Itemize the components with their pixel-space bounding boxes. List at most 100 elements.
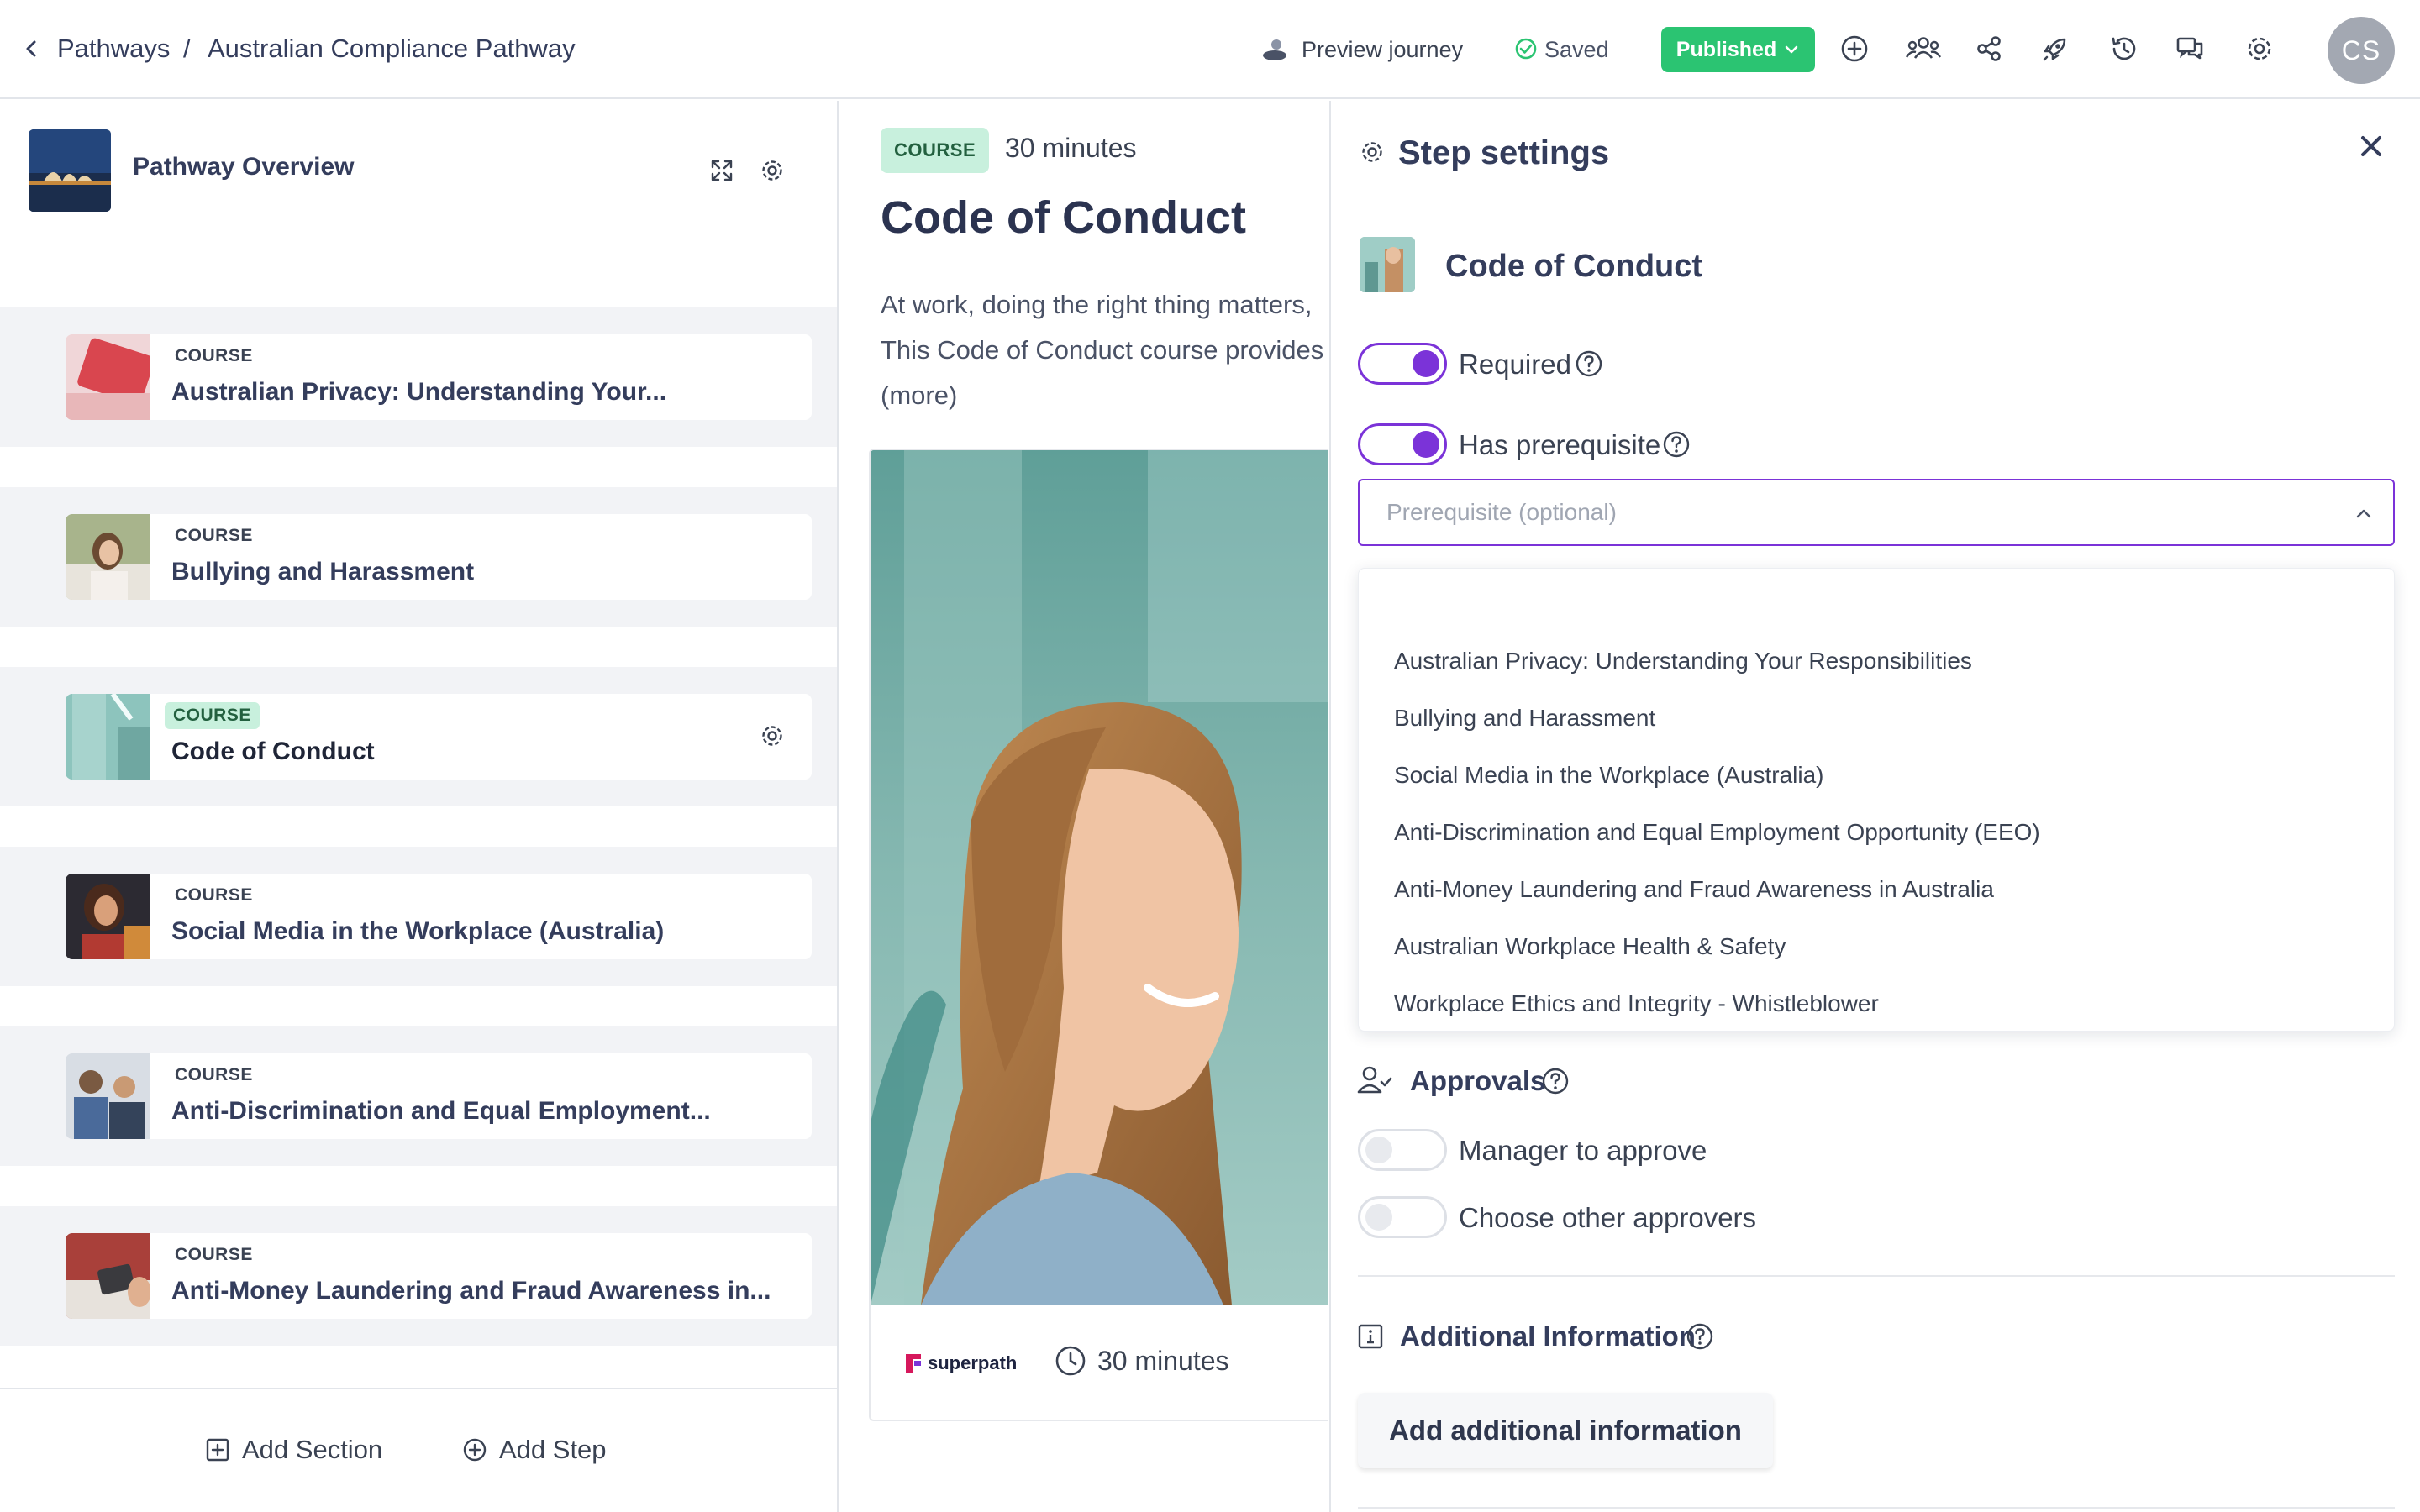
other-approvers-toggle[interactable]	[1358, 1196, 1447, 1238]
approvals-icon	[1356, 1063, 1393, 1097]
section-divider	[1358, 1275, 2395, 1277]
pathway-overview-title[interactable]: Pathway Overview	[133, 153, 354, 181]
course-duration: 30 minutes	[1005, 133, 1137, 163]
overview-settings-icon[interactable]	[758, 156, 786, 185]
step-card-anti-discrimination[interactable]: COURSE Anti-Discrimination and Equal Emp…	[66, 1053, 812, 1139]
chat-icon[interactable]	[2174, 32, 2207, 66]
step-thumbnail	[66, 1053, 150, 1139]
has-prerequisite-label: Has prerequisite	[1459, 429, 1661, 460]
step-type-tag: COURSE	[175, 885, 253, 905]
prerequisite-help-icon[interactable]	[1662, 430, 1691, 459]
back-chevron-icon[interactable]	[22, 39, 42, 59]
approvals-help-icon[interactable]	[1541, 1067, 1570, 1095]
user-avatar[interactable]: CS	[2328, 17, 2395, 84]
required-help-icon[interactable]	[1575, 349, 1603, 378]
chevron-down-icon	[1785, 45, 1798, 54]
pathway-sidebar: Pathway Overview COURSE Australian Priva…	[0, 101, 839, 1512]
step-settings-panel: Step settings Code of Conduct Required H…	[1329, 101, 2420, 1512]
close-icon[interactable]	[2354, 129, 2388, 163]
add-additional-info-button[interactable]: Add additional information	[1358, 1393, 1773, 1468]
step-name: Code of Conduct	[1445, 249, 1703, 284]
course-description: At work, doing the right thing matters, …	[881, 282, 1328, 418]
description-line: This Code of Conduct course provides	[881, 335, 1324, 365]
step-title: Anti-Money Laundering and Fraud Awarenes…	[171, 1277, 771, 1305]
preview-icon[interactable]	[1259, 37, 1291, 62]
help-icon[interactable]	[2417, 349, 2420, 378]
card-duration: 30 minutes	[1097, 1346, 1229, 1376]
prerequisite-option[interactable]: Bullying and Harassment	[1394, 705, 1655, 732]
course-tag: COURSE	[881, 128, 990, 173]
step-card-australian-privacy[interactable]: COURSE Australian Privacy: Understanding…	[66, 334, 812, 420]
provider-logo: superpath	[902, 1351, 1017, 1376]
manager-approve-toggle[interactable]	[1358, 1129, 1447, 1171]
info-icon	[1358, 1324, 1383, 1349]
toggle-knob	[1365, 1204, 1392, 1231]
prerequisite-select[interactable]: Prerequisite (optional)	[1358, 479, 2395, 546]
approvals-title: Approvals	[1410, 1065, 1546, 1096]
prerequisite-option[interactable]: Anti-Money Laundering and Fraud Awarenes…	[1394, 876, 1994, 903]
required-toggle[interactable]	[1358, 343, 1447, 385]
prerequisite-dropdown-menu: Australian Privacy: Understanding Your R…	[1358, 568, 2395, 1032]
step-settings-title: Step settings	[1398, 134, 1610, 171]
step-title: Anti-Discrimination and Equal Employment…	[171, 1097, 711, 1125]
step-thumbnail	[66, 874, 150, 959]
add-section-button[interactable]: Add Section	[205, 1435, 382, 1465]
prerequisite-option[interactable]: Social Media in the Workplace (Australia…	[1394, 762, 1823, 789]
description-line: At work, doing the right thing matters,	[881, 290, 1313, 319]
expand-icon[interactable]	[709, 158, 734, 183]
step-thumbnail	[1360, 237, 1415, 292]
check-circle-icon	[1514, 37, 1538, 60]
clock-icon	[1054, 1344, 1087, 1378]
step-type-tag: COURSE	[175, 346, 253, 365]
add-step-button[interactable]: Add Step	[462, 1435, 607, 1465]
step-settings-icon[interactable]	[758, 722, 786, 750]
published-dropdown-button[interactable]: Published	[1661, 27, 1815, 72]
share-icon[interactable]	[1972, 32, 2006, 66]
add-step-icon	[463, 1438, 487, 1462]
step-type-tag: COURSE	[165, 702, 260, 729]
step-type-tag: COURSE	[175, 1245, 253, 1264]
required-label: Required	[1459, 349, 1571, 380]
course-cover-image	[871, 450, 1328, 1305]
pathway-overview-thumbnail	[29, 129, 111, 212]
additional-info-help-icon[interactable]	[1686, 1322, 1714, 1351]
course-preview-card[interactable]: superpath 30 minutes	[869, 449, 1328, 1421]
step-title: Australian Privacy: Understanding Your..…	[171, 378, 667, 406]
section-divider	[1358, 1507, 2395, 1509]
step-card-social-media[interactable]: COURSE Social Media in the Workplace (Au…	[66, 874, 812, 959]
plus-circle-icon[interactable]	[1838, 32, 1871, 66]
superpath-logo-icon	[906, 1354, 921, 1373]
prerequisite-option[interactable]: Australian Workplace Health & Safety	[1394, 933, 1786, 960]
other-approvers-label: Choose other approvers	[1459, 1202, 1757, 1233]
step-card-bullying-harassment[interactable]: COURSE Bullying and Harassment	[66, 514, 812, 600]
step-title: Social Media in the Workplace (Australia…	[171, 917, 665, 945]
rocket-icon[interactable]	[2039, 32, 2072, 66]
step-title: Code of Conduct	[171, 738, 375, 765]
users-icon[interactable]	[1904, 32, 1943, 66]
breadcrumb-separator: /	[183, 34, 191, 63]
step-thumbnail	[66, 514, 150, 600]
preview-journey-link[interactable]: Preview journey	[1302, 37, 1463, 63]
prerequisite-option[interactable]: Anti-Discrimination and Equal Employment…	[1394, 819, 2040, 846]
toggle-knob	[1413, 431, 1439, 458]
breadcrumb-root[interactable]: Pathways	[57, 34, 170, 64]
prerequisite-option[interactable]: Workplace Ethics and Integrity - Whistle…	[1394, 990, 1879, 1017]
sidebar-footer: Add Section Add Step	[0, 1388, 837, 1512]
chevron-up-icon	[2351, 501, 2376, 526]
add-section-icon	[206, 1438, 229, 1462]
step-card-anti-money-laundering[interactable]: COURSE Anti-Money Laundering and Fraud A…	[66, 1233, 812, 1319]
has-prerequisite-toggle[interactable]	[1358, 423, 1447, 465]
course-card-footer: superpath 30 minutes	[871, 1305, 1328, 1420]
prerequisite-option[interactable]: Australian Privacy: Understanding Your R…	[1394, 648, 1972, 675]
step-preview-panel: COURSE 30 minutes Code of Conduct At wor…	[840, 101, 1328, 1512]
provider-logo-text: superpath	[928, 1352, 1018, 1373]
settings-icon[interactable]	[2243, 32, 2276, 66]
description-more-link[interactable]: (more)	[881, 373, 1328, 418]
history-icon[interactable]	[2107, 32, 2140, 66]
breadcrumb-current: Australian Compliance Pathway	[208, 34, 576, 63]
step-card-code-of-conduct[interactable]: COURSE Code of Conduct	[66, 694, 812, 780]
step-title: Bullying and Harassment	[171, 558, 475, 585]
additional-info-title: Additional Information	[1400, 1320, 1696, 1352]
add-step-label: Add Step	[499, 1435, 607, 1464]
prerequisite-placeholder: Prerequisite (optional)	[1386, 499, 1617, 525]
